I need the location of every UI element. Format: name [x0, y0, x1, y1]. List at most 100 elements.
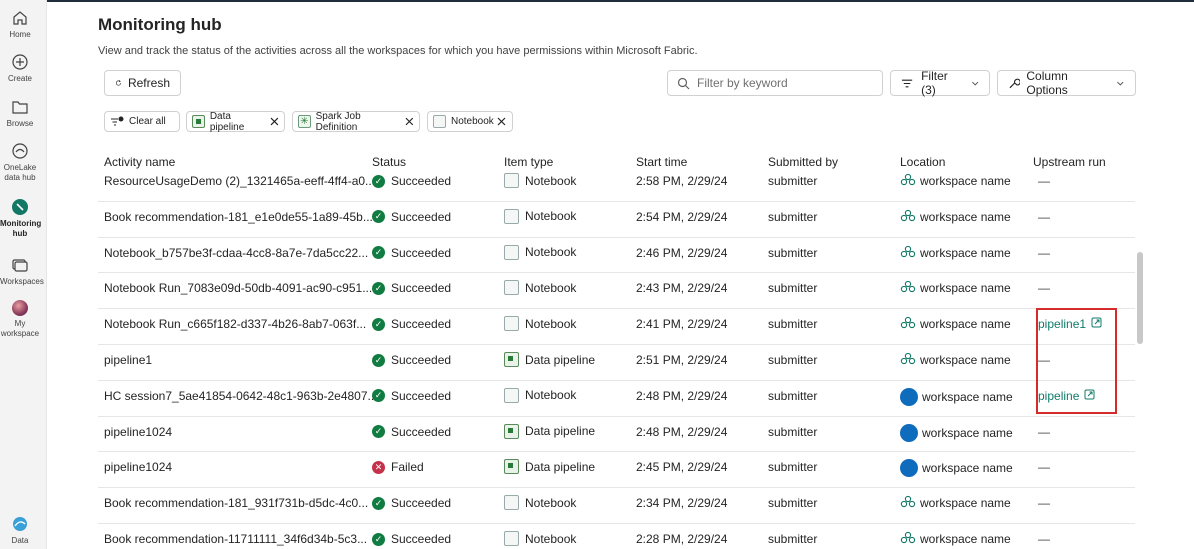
location-cell[interactable]: workspace name	[900, 173, 1011, 189]
activity-name-link[interactable]: Book recommendation-11711111_34f6d34b-5c…	[104, 532, 367, 546]
success-check-icon: ✓	[372, 496, 385, 510]
start-time-cell: 2:51 PM, 2/29/24	[636, 353, 728, 367]
column-header-status[interactable]: Status	[372, 155, 406, 169]
rail-item-workspaces[interactable]: Workspaces	[0, 256, 44, 287]
workspace-name: workspace name	[920, 281, 1011, 296]
status-text: Succeeded	[391, 496, 452, 511]
rail-label: Data	[11, 536, 29, 545]
success-check-icon: ✓	[372, 317, 385, 331]
wrench-icon	[1009, 78, 1021, 88]
location-cell[interactable]: workspace name	[900, 423, 1013, 442]
create-icon	[12, 54, 28, 70]
activity-name-link[interactable]: Notebook_b757be3f-cdaa-4cc8-8a7e-7da5cc2…	[104, 246, 368, 260]
search-input[interactable]: Filter by keyword	[667, 70, 883, 96]
notebook-icon	[504, 316, 519, 332]
column-header-start-time[interactable]: Start time	[636, 155, 687, 169]
status-cell: ✓ Succeeded	[372, 353, 451, 367]
workspace-group-icon	[900, 173, 916, 186]
column-header-submitted-by[interactable]: Submitted by	[768, 155, 838, 169]
activity-name-link[interactable]: pipeline1	[104, 353, 152, 367]
home-icon	[13, 11, 27, 25]
activity-name-link[interactable]: ResourceUsageDemo (2)_1321465a-eeff-4ff4…	[104, 174, 375, 188]
status-text: Succeeded	[391, 317, 452, 332]
activity-name-link[interactable]: Book recommendation-181_931f731b-d5dc-4c…	[104, 496, 368, 510]
status-cell: ✕ Failed	[372, 460, 424, 474]
item-type-cell: Notebook	[504, 244, 576, 260]
submitted-by-cell: submitter	[768, 245, 818, 260]
location-cell[interactable]: workspace name	[900, 352, 1011, 368]
success-check-icon: ✓	[372, 353, 385, 367]
workspace-icon	[900, 387, 918, 406]
filter-button[interactable]: Filter (3)	[890, 69, 990, 97]
location-cell[interactable]: workspace name	[900, 245, 1011, 261]
refresh-icon	[115, 80, 122, 86]
activity-name-link[interactable]: Notebook Run_7083e09d-50db-4091-ac90-c95…	[104, 281, 372, 295]
activity-name-link[interactable]: pipeline1024	[104, 425, 172, 439]
rail-label: hub	[12, 229, 28, 238]
rail-label: data hub	[4, 173, 36, 182]
item-type-cell: Notebook	[504, 495, 576, 511]
rail-label: workspace	[0, 329, 40, 338]
row-separator	[98, 200, 1135, 202]
row-separator	[98, 451, 1135, 453]
chip-label: Data pipeline	[209, 110, 245, 133]
chip-label: Notebook	[451, 116, 494, 127]
clear-all-button[interactable]: Clear all	[104, 111, 180, 132]
left-nav-rail: Home Create Browse OneLake data hub Moni…	[0, 0, 47, 549]
status-text: Succeeded	[391, 281, 452, 296]
rail-item-create[interactable]: Create	[0, 53, 40, 84]
workspace-icon	[900, 459, 918, 478]
activity-name-link[interactable]: HC session7_5ae41854-0642-48c1-963b-2e48…	[104, 389, 378, 403]
item-type-cell: Data pipeline	[504, 459, 595, 475]
submitted-by-cell: submitter	[768, 460, 818, 475]
location-cell[interactable]: workspace name	[900, 495, 1011, 511]
success-check-icon: ✓	[372, 389, 385, 403]
submitted-by-cell: submitter	[768, 317, 818, 332]
column-header-activity-name[interactable]: Activity name	[104, 155, 175, 169]
item-type-cell: Data pipeline	[504, 352, 595, 367]
location-cell[interactable]: workspace name	[900, 459, 1013, 478]
column-header-upstream-run[interactable]: Upstream run	[1033, 155, 1106, 169]
notebook-icon	[504, 208, 519, 224]
failed-icon: ✕	[372, 460, 385, 474]
activity-name-link[interactable]: Book recommendation-181_e1e0de55-1a89-45…	[104, 210, 373, 224]
workspace-group-icon	[900, 317, 916, 329]
location-cell[interactable]: workspace name	[900, 387, 1013, 406]
workspace-group-icon	[900, 209, 916, 221]
location-cell[interactable]: workspace name	[900, 280, 1011, 296]
rail-item-my-workspace[interactable]: My workspace	[0, 300, 40, 339]
close-icon[interactable]	[497, 117, 506, 126]
vertical-scrollbar[interactable]	[1137, 252, 1143, 344]
filter-chip-spark-job-definition[interactable]: ✳ Spark Job Definition	[292, 111, 420, 133]
start-time-cell: 2:41 PM, 2/29/24	[636, 317, 728, 332]
activity-name-link[interactable]: Notebook Run_c665f182-d337-4b26-8ab7-063…	[104, 317, 366, 331]
column-header-location[interactable]: Location	[900, 155, 945, 169]
notebook-icon	[504, 173, 519, 188]
status-cell: ✓ Succeeded	[372, 496, 451, 510]
rail-item-home[interactable]: Home	[0, 9, 40, 40]
item-type-text: Notebook	[525, 388, 577, 403]
filter-chip-data-pipeline[interactable]: Data pipeline	[186, 110, 285, 133]
status-cell: ✓ Succeeded	[372, 425, 451, 439]
search-icon	[677, 77, 690, 89]
data-pipeline-icon	[504, 352, 519, 367]
column-header-item-type[interactable]: Item type	[504, 155, 553, 169]
location-cell[interactable]: workspace name	[900, 531, 1011, 547]
data-pipeline-icon	[504, 423, 519, 439]
close-icon[interactable]	[405, 117, 414, 126]
rail-item-monitoring-hub[interactable]: Monitoring hub	[0, 198, 41, 239]
onelake-icon	[12, 143, 28, 159]
rail-item-data[interactable]: Data	[0, 515, 40, 546]
close-icon[interactable]	[270, 117, 279, 126]
rail-item-onelake[interactable]: OneLake data hub	[0, 142, 40, 183]
column-options-button[interactable]: Column Options	[997, 69, 1136, 97]
rail-item-browse[interactable]: Browse	[0, 98, 40, 129]
status-text: Succeeded	[391, 209, 452, 224]
avatar	[12, 300, 28, 316]
refresh-button[interactable]: Refresh	[104, 70, 181, 96]
filter-chip-notebook[interactable]: Notebook	[427, 111, 513, 132]
notebook-icon	[504, 244, 519, 260]
location-cell[interactable]: workspace name	[900, 316, 1011, 332]
location-cell[interactable]: workspace name	[900, 209, 1011, 225]
activity-name-link[interactable]: pipeline1024	[104, 460, 172, 474]
